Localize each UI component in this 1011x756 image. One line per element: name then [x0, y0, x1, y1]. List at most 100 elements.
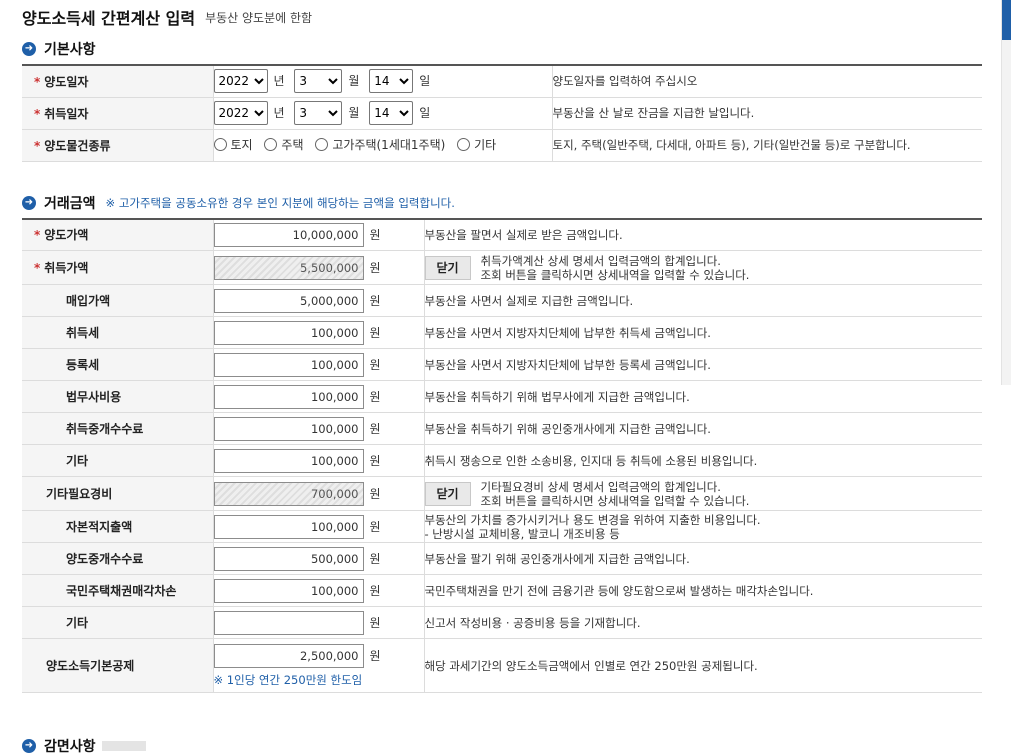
field-label: * 취득일자 — [22, 97, 214, 130]
table-row: *취득가액 원 닫기 취득가액계산 상세 명세서 입력금액의 합계입니다.조회 … — [22, 250, 982, 285]
bond-loss-input[interactable] — [213, 578, 364, 603]
required-mark: * — [34, 228, 41, 243]
radio-house[interactable]: 주택 — [264, 136, 304, 153]
form-page: 양도소득세 간편계산 입력 부동산 양도분에 한함 ➜ 기본사항 * 양도일자 2… — [22, 0, 982, 693]
close-other-expense-button[interactable]: 닫기 — [424, 481, 471, 506]
field-description: 해당 과세기간의 양도소득금액에서 인별로 연간 250만원 공제됩니다. — [424, 638, 982, 693]
table-row: 법무사비용 원 부동산을 취득하기 위해 법무사에게 지급한 금액입니다. — [22, 380, 982, 413]
sale-price-input[interactable] — [213, 222, 364, 247]
sale-broker-fee-input[interactable] — [213, 546, 364, 571]
capital-expenditure-input[interactable] — [213, 514, 364, 539]
field-description: 토지, 주택(일반주택, 다세대, 아파트 등), 기타(일반건물 등)로 구분… — [552, 129, 982, 162]
table-row: * 양도일자 2022 년 3월 14 일 양도일자를 입력하여 주십시오 — [22, 65, 982, 98]
trade-section-note: ※ 고가주택을 공동소유한 경우 본인 지분에 해당하는 금액을 입력합니다. — [105, 195, 455, 210]
basic-deduction-input[interactable] — [213, 643, 364, 668]
close-acquisition-detail-button[interactable]: 닫기 — [424, 255, 471, 280]
legal-fee-input[interactable] — [213, 384, 364, 409]
field-description: 기타필요경비 상세 명세서 입력금액의 합계입니다. 조회 버튼을 클릭하시면 상… — [480, 479, 750, 508]
field-description: 양도일자를 입력하여 주십시오 — [552, 65, 982, 98]
field-description: 부동산을 사면서 지방자치단체에 납부한 등록세 금액입니다. — [424, 348, 982, 381]
transfer-year-select[interactable]: 2022 — [213, 69, 268, 94]
field-description: 국민주택채권을 만기 전에 금융기관 등에 양도함으로써 발생하는 매각차손입니… — [424, 574, 982, 607]
field-description: 취득시 쟁송으로 인한 소송비용, 인지대 등 취득에 소용된 비용입니다. — [424, 444, 982, 477]
table-row: 기타 원 취득시 쟁송으로 인한 소송비용, 인지대 등 취득에 소용된 비용입… — [22, 444, 982, 477]
field-label: 양도소득기본공제 — [22, 638, 214, 693]
table-row: * 취득일자 2022 년 3월 14 일 부동산을 산 날로 잔금을 지급한 날입니… — [22, 97, 982, 130]
acquire-day-select[interactable]: 14 — [369, 101, 414, 125]
field-label: 양도중개수수료 — [22, 542, 214, 575]
acquisition-other-input[interactable] — [213, 448, 364, 473]
radio-circle-icon — [457, 138, 471, 151]
acquire-month-select[interactable]: 3 — [294, 101, 343, 125]
field-description: 부동산의 가치를 증가시키거나 용도 변경을 위하여 지출한 비용입니다. - 난… — [424, 510, 982, 543]
trade-section-header: ➜ 거래금액 ※ 고가주택을 공동소유한 경우 본인 지분에 해당하는 금액을 … — [22, 188, 982, 218]
field-description: 부동산을 취득하기 위해 공인중개사에게 지급한 금액입니다. — [424, 412, 982, 445]
radio-luxury-house[interactable]: 고가주택(1세대1주택) — [315, 136, 445, 153]
basic-table: * 양도일자 2022 년 3월 14 일 양도일자를 입력하여 주십시오 * 취득일자… — [22, 64, 982, 162]
next-section-header: ➜ 감면사항 — [22, 736, 146, 756]
field-description: 취득가액계산 상세 명세서 입력금액의 합계입니다. 조회 버튼을 클릭하시면 상… — [480, 253, 750, 282]
field-label: 기타 — [22, 606, 214, 639]
page-subtitle: 부동산 양도분에 한함 — [205, 10, 313, 25]
transfer-month-select[interactable]: 3 — [294, 69, 343, 94]
acquisition-price-input — [213, 255, 364, 280]
field-description: 부동산을 팔기 위해 공인중개사에게 지급한 금액입니다. — [424, 542, 982, 575]
registration-tax-input[interactable] — [213, 352, 364, 377]
radio-circle-icon — [264, 138, 278, 151]
field-label: 법무사비용 — [22, 380, 214, 413]
next-section-title: 감면사항 — [44, 739, 96, 755]
field-label: 취득중개수수료 — [22, 412, 214, 445]
sale-other-input[interactable] — [213, 610, 364, 635]
field-label: 국민주택채권매각차손 — [22, 574, 214, 607]
table-row: 자본적지출액 원 부동산의 가치를 증가시키거나 용도 변경을 위하여 지출한 … — [22, 510, 982, 543]
field-label: * 취득가액 — [22, 250, 214, 285]
field-description: 신고서 작성비용 · 공증비용 등을 기재합니다. — [424, 606, 982, 639]
transfer-day-select[interactable]: 14 — [369, 69, 414, 94]
table-row: 기타필요경비 원 닫기 기타필요경비 상세 명세서 입력금액의 합계입니다.조회… — [22, 476, 982, 511]
other-expense-input — [213, 481, 364, 506]
table-row: 취득중개수수료 원 부동산을 취득하기 위해 공인중개사에게 지급한 금액입니다… — [22, 412, 982, 445]
arrow-circle-icon: ➜ — [22, 739, 36, 753]
radio-circle-icon — [213, 138, 227, 151]
field-label: 취득세 — [22, 316, 214, 349]
required-mark: * — [34, 138, 41, 153]
page-title: 양도소득세 간편계산 입력 — [22, 9, 196, 28]
field-label: * 양도물건종류 — [22, 129, 214, 162]
field-label: * 양도일자 — [22, 65, 214, 98]
table-row: 취득세 원 부동산을 사면서 지방자치단체에 납부한 취득세 금액입니다. — [22, 316, 982, 349]
field-label: 기타 — [22, 444, 214, 477]
arrow-circle-icon: ➜ — [22, 195, 36, 210]
acquire-year-select[interactable]: 2022 — [213, 101, 268, 125]
table-row: * 양도물건종류 토지 주택 고가주택(1세대1주택) 기타 토지, 주택(일반주… — [22, 129, 982, 162]
trade-table: *양도가액 원 부동산을 팔면서 실제로 받은 금액입니다. *취득가액 원 닫… — [22, 217, 982, 693]
basic-section-header: ➜ 기본사항 — [22, 34, 982, 64]
required-mark: * — [34, 106, 41, 121]
table-row: 양도소득기본공제 원 ※ 1인당 연간 250만원 한도임 해당 과세기간의 양… — [22, 638, 982, 693]
purchase-price-input[interactable] — [213, 288, 364, 313]
radio-land[interactable]: 토지 — [213, 136, 253, 153]
field-label: 자본적지출액 — [22, 510, 214, 543]
field-label: 등록세 — [22, 348, 214, 381]
table-row: 양도중개수수료 원 부동산을 팔기 위해 공인중개사에게 지급한 금액입니다. — [22, 542, 982, 575]
table-row: 기타 원 신고서 작성비용 · 공증비용 등을 기재합니다. — [22, 606, 982, 639]
field-label: 기타필요경비 — [22, 476, 214, 511]
field-description: 부동산을 사면서 지방자치단체에 납부한 취득세 금액입니다. — [424, 316, 982, 349]
acquisition-tax-input[interactable] — [213, 320, 364, 345]
basic-section-title: 기본사항 — [44, 42, 96, 58]
right-scrollbar[interactable] — [1001, 0, 1011, 385]
table-row: 국민주택채권매각차손 원 국민주택채권을 만기 전에 금융기관 등에 양도함으로… — [22, 574, 982, 607]
radio-other[interactable]: 기타 — [457, 136, 496, 153]
required-mark: * — [34, 74, 41, 89]
scrollbar-thumb[interactable] — [1002, 0, 1011, 40]
title-row: 양도소득세 간편계산 입력 부동산 양도분에 한함 — [22, 0, 982, 34]
field-description: 부동산을 산 날로 잔금을 지급한 날입니다. — [552, 97, 982, 130]
acquisition-broker-fee-input[interactable] — [213, 416, 364, 441]
section-button[interactable] — [101, 741, 146, 751]
table-row: 등록세 원 부동산을 사면서 지방자치단체에 납부한 등록세 금액입니다. — [22, 348, 982, 381]
field-description: 부동산을 취득하기 위해 법무사에게 지급한 금액입니다. — [424, 380, 982, 413]
field-description: 부동산을 사면서 실제로 지급한 금액입니다. — [424, 284, 982, 317]
field-description: 부동산을 팔면서 실제로 받은 금액입니다. — [424, 218, 982, 251]
radio-circle-icon — [315, 138, 329, 151]
field-label: 매입가액 — [22, 284, 214, 317]
table-row: 매입가액 원 부동산을 사면서 실제로 지급한 금액입니다. — [22, 284, 982, 317]
